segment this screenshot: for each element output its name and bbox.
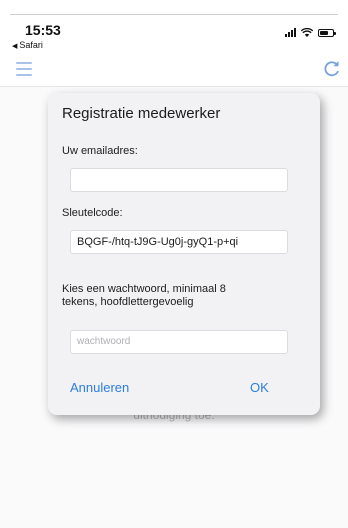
wifi-icon: [301, 28, 313, 37]
status-bar: 15:53 ◀ Safari: [0, 0, 348, 50]
password-field[interactable]: wachtwoord: [70, 330, 288, 354]
refresh-icon[interactable]: [322, 58, 342, 78]
email-field[interactable]: [70, 168, 288, 192]
battery-icon: [318, 28, 336, 37]
password-label-line1: Kies een wachtwoord, minimaal 8: [62, 283, 226, 295]
key-label: Sleutelcode:: [62, 207, 123, 219]
email-label: Uw emailadres:: [62, 145, 138, 157]
dialog-title: Registratie medewerker: [62, 105, 221, 122]
signal-icon: [285, 28, 296, 37]
back-app-label: Safari: [19, 40, 43, 50]
back-to-app-link[interactable]: ◀ Safari: [12, 40, 43, 50]
registration-dialog: Registratie medewerker Uw emailadres: Sl…: [48, 93, 320, 415]
key-code-field[interactable]: BQGF-/htq-tJ9G-Ug0j-gyQ1-p+qi: [70, 230, 288, 254]
password-label-line2: tekens, hoofdlettergevoelig: [62, 296, 194, 308]
status-icons: [285, 28, 336, 37]
cancel-button[interactable]: Annuleren: [70, 380, 129, 395]
back-triangle-icon: ◀: [12, 43, 18, 50]
menu-icon[interactable]: [16, 62, 32, 76]
status-time: 15:53: [25, 22, 61, 38]
password-label: Kies een wachtwoord, minimaal 8 tekens, …: [62, 283, 226, 309]
ok-button[interactable]: OK: [250, 380, 269, 395]
